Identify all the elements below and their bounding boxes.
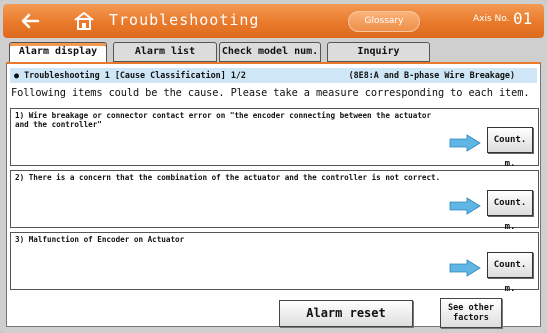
countermeasure-button[interactable]: Count. m.: [487, 252, 533, 294]
countermeasure-button[interactable]: Count. m.: [487, 190, 533, 232]
alarm-reset-button[interactable]: Alarm reset: [279, 300, 413, 327]
tab-alarm-display[interactable]: Alarm display: [9, 42, 107, 64]
home-icon: [74, 11, 94, 30]
cause-text: 3) Malfunction of Encoder on Actuator: [15, 235, 185, 244]
axis-label: Axis No.: [473, 14, 510, 24]
arrow-right-icon: [449, 134, 481, 152]
arrow-right-icon: [449, 197, 481, 215]
arrow-left-icon: [21, 13, 40, 29]
tab-inquiry[interactable]: Inquiry: [327, 42, 430, 62]
arrow-right-icon: [449, 259, 481, 277]
cause-item-3: 3) Malfunction of Encoder on Actuator Co…: [10, 232, 539, 294]
axis-number[interactable]: 01: [513, 9, 532, 28]
tab-alarm-list[interactable]: Alarm list: [113, 42, 217, 62]
see-other-factors-button[interactable]: See other factors: [440, 298, 502, 328]
see-other-line2: factors: [453, 313, 489, 323]
cause-item-1: 1) Wire breakage or connector contact er…: [10, 108, 539, 169]
back-button[interactable]: [17, 8, 43, 34]
see-other-line1: See other: [447, 303, 495, 313]
heading-left: ● Troubleshooting 1 [Cause Classificatio…: [14, 70, 246, 80]
home-button[interactable]: [73, 11, 95, 31]
cause-text: 2) There is a concern that the combinati…: [15, 173, 441, 182]
alarm-display-panel: ● Troubleshooting 1 [Cause Classificatio…: [6, 62, 541, 327]
tab-check-model-num[interactable]: Check model num.: [219, 42, 321, 62]
glossary-button[interactable]: Glossary: [348, 11, 420, 32]
title-bar: Troubleshooting Glossary Axis No. 01: [3, 4, 544, 38]
cause-text: 1) Wire breakage or connector contact er…: [15, 111, 432, 129]
page-title: Troubleshooting: [109, 11, 260, 29]
intro-text: Following items could be the cause. Plea…: [11, 87, 530, 99]
troubleshooting-heading: ● Troubleshooting 1 [Cause Classificatio…: [10, 68, 537, 83]
screen-frame: Troubleshooting Glossary Axis No. 01 Ala…: [0, 0, 547, 333]
countermeasure-button[interactable]: Count. m.: [487, 127, 533, 169]
heading-right: (8E8:A and B-phase Wire Breakage): [348, 70, 515, 80]
cause-item-2: 2) There is a concern that the combinati…: [10, 170, 539, 232]
